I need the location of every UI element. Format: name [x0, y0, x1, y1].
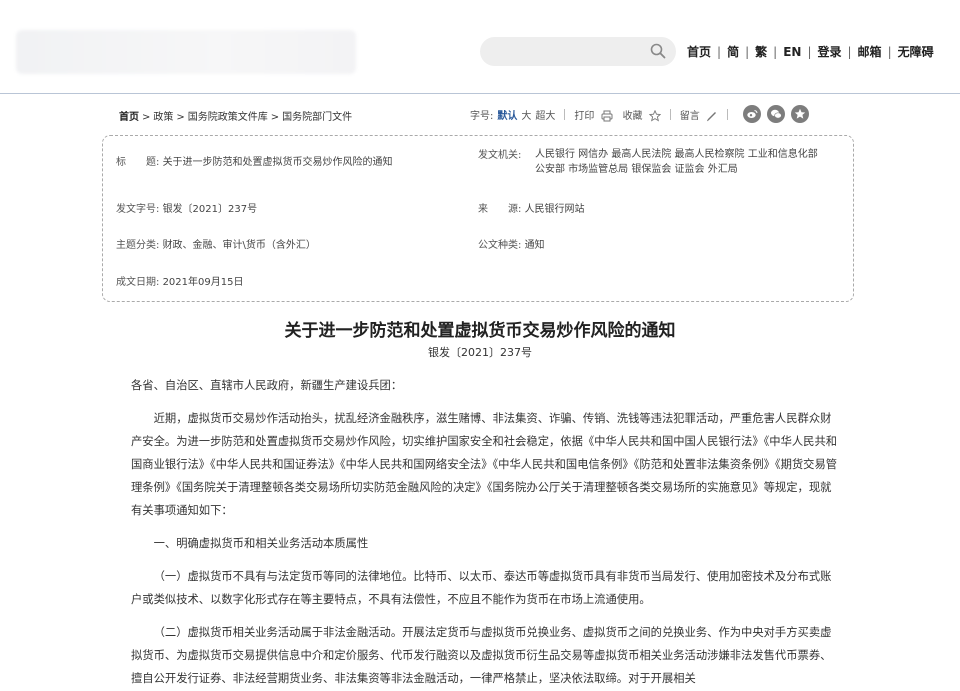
- breadcrumb-department-docs[interactable]: 国务院部门文件: [282, 112, 352, 123]
- meta-source-row: 来 源: 人民银行网站: [478, 204, 585, 215]
- weibo-share-button[interactable]: [742, 105, 761, 123]
- meta-topic-row: 主题分类: 财政、金融、审计\货币（含外汇）: [116, 240, 316, 251]
- top-nav: 首页 | 简 | 繁 | EN | 登录 | 邮箱 | 无障碍: [687, 43, 934, 60]
- meta-type: 通知: [524, 240, 545, 251]
- article-title: 关于进一步防范和处置虚拟货币交易炒作风险的通知: [284, 321, 676, 341]
- star-icon: [648, 109, 661, 122]
- nav-accessibility[interactable]: 无障碍: [898, 43, 934, 60]
- nav-traditional[interactable]: 繁: [755, 43, 767, 60]
- favorite-share-button[interactable]: [790, 105, 809, 123]
- meta-issuer: 人民银行 网信办 最高人民法院 最高人民检察院 工业和信息化部 公安部 市场监管…: [535, 149, 818, 175]
- meta-issuer-row: 发文机关:: [478, 150, 522, 161]
- font-size-xlarge[interactable]: 超大: [535, 107, 555, 122]
- printer-icon: [601, 110, 613, 121]
- wechat-share-button[interactable]: [766, 105, 785, 123]
- nav-english[interactable]: EN: [783, 45, 801, 59]
- search-box[interactable]: [480, 37, 676, 66]
- nav-simplified[interactable]: 简: [727, 43, 739, 60]
- article-salutation: 各省、自治区、直辖市人民政府，新疆生产建设兵团：: [131, 379, 403, 392]
- font-size-label: 字号:: [470, 110, 494, 122]
- meta-docno-row: 发文字号: 银发〔2021〕237号: [116, 204, 258, 215]
- nav-home[interactable]: 首页: [687, 43, 711, 60]
- site-logo[interactable]: [16, 30, 356, 74]
- wechat-icon: [770, 109, 782, 119]
- article-heading: 一、明确虚拟货币和相关业务活动本质属性: [153, 537, 369, 550]
- breadcrumb-policy-library[interactable]: 国务院政策文件库: [188, 112, 268, 123]
- article-toolbar: 字号: 默认 大 超大 打印 收藏 留言: [470, 103, 809, 125]
- meta-date: 2021年09月15日: [162, 277, 244, 288]
- meta-docno: 银发〔2021〕237号: [162, 204, 258, 215]
- breadcrumb: 首页 > 政策 > 国务院政策文件库 > 国务院部门文件: [119, 112, 353, 123]
- search-icon[interactable]: [650, 43, 666, 59]
- article-paragraph: （二）虚拟货币相关业务活动属于非法金融活动。开展法定货币与虚拟货币兑换业务、虚拟…: [131, 626, 832, 685]
- pencil-icon: [706, 111, 716, 121]
- meta-type-row: 公文种类: 通知: [478, 240, 545, 251]
- font-size-large[interactable]: 大: [521, 107, 531, 122]
- font-size-default[interactable]: 默认: [497, 107, 517, 122]
- print-button[interactable]: 打印: [574, 107, 613, 122]
- comment-button[interactable]: 留言: [680, 107, 718, 122]
- article-paragraph: 近期，虚拟货币交易炒作活动抬头，扰乱经济金融秩序，滋生赌博、非法集资、诈骗、传销…: [131, 412, 838, 517]
- meta-source: 人民银行网站: [524, 204, 585, 215]
- breadcrumb-home[interactable]: 首页: [119, 112, 139, 123]
- article-docno: 银发〔2021〕237号: [428, 346, 532, 359]
- article-body: 各省、自治区、直辖市人民政府，新疆生产建设兵团： 近期，虚拟货币交易炒作活动抬头…: [131, 374, 841, 690]
- site-header: 首页 | 简 | 繁 | EN | 登录 | 邮箱 | 无障碍: [0, 0, 960, 94]
- breadcrumb-policy[interactable]: 政策: [153, 112, 173, 123]
- meta-date-row: 成文日期: 2021年09月15日: [116, 277, 244, 288]
- meta-title-row: 标 题: 关于进一步防范和处置虚拟货币交易炒作风险的通知: [116, 157, 393, 168]
- meta-title: 关于进一步防范和处置虚拟货币交易炒作风险的通知: [162, 157, 393, 168]
- star-circle-icon: [794, 108, 806, 119]
- favorite-button[interactable]: 收藏: [623, 107, 661, 122]
- nav-mail[interactable]: 邮箱: [858, 43, 882, 60]
- nav-login[interactable]: 登录: [817, 43, 841, 60]
- meta-topic: 财政、金融、审计\货币（含外汇）: [162, 240, 316, 251]
- article-paragraph: （一）虚拟货币不具有与法定货币等同的法律地位。比特币、以太币、泰达币等虚拟货币具…: [131, 570, 832, 606]
- weibo-icon: [747, 110, 758, 118]
